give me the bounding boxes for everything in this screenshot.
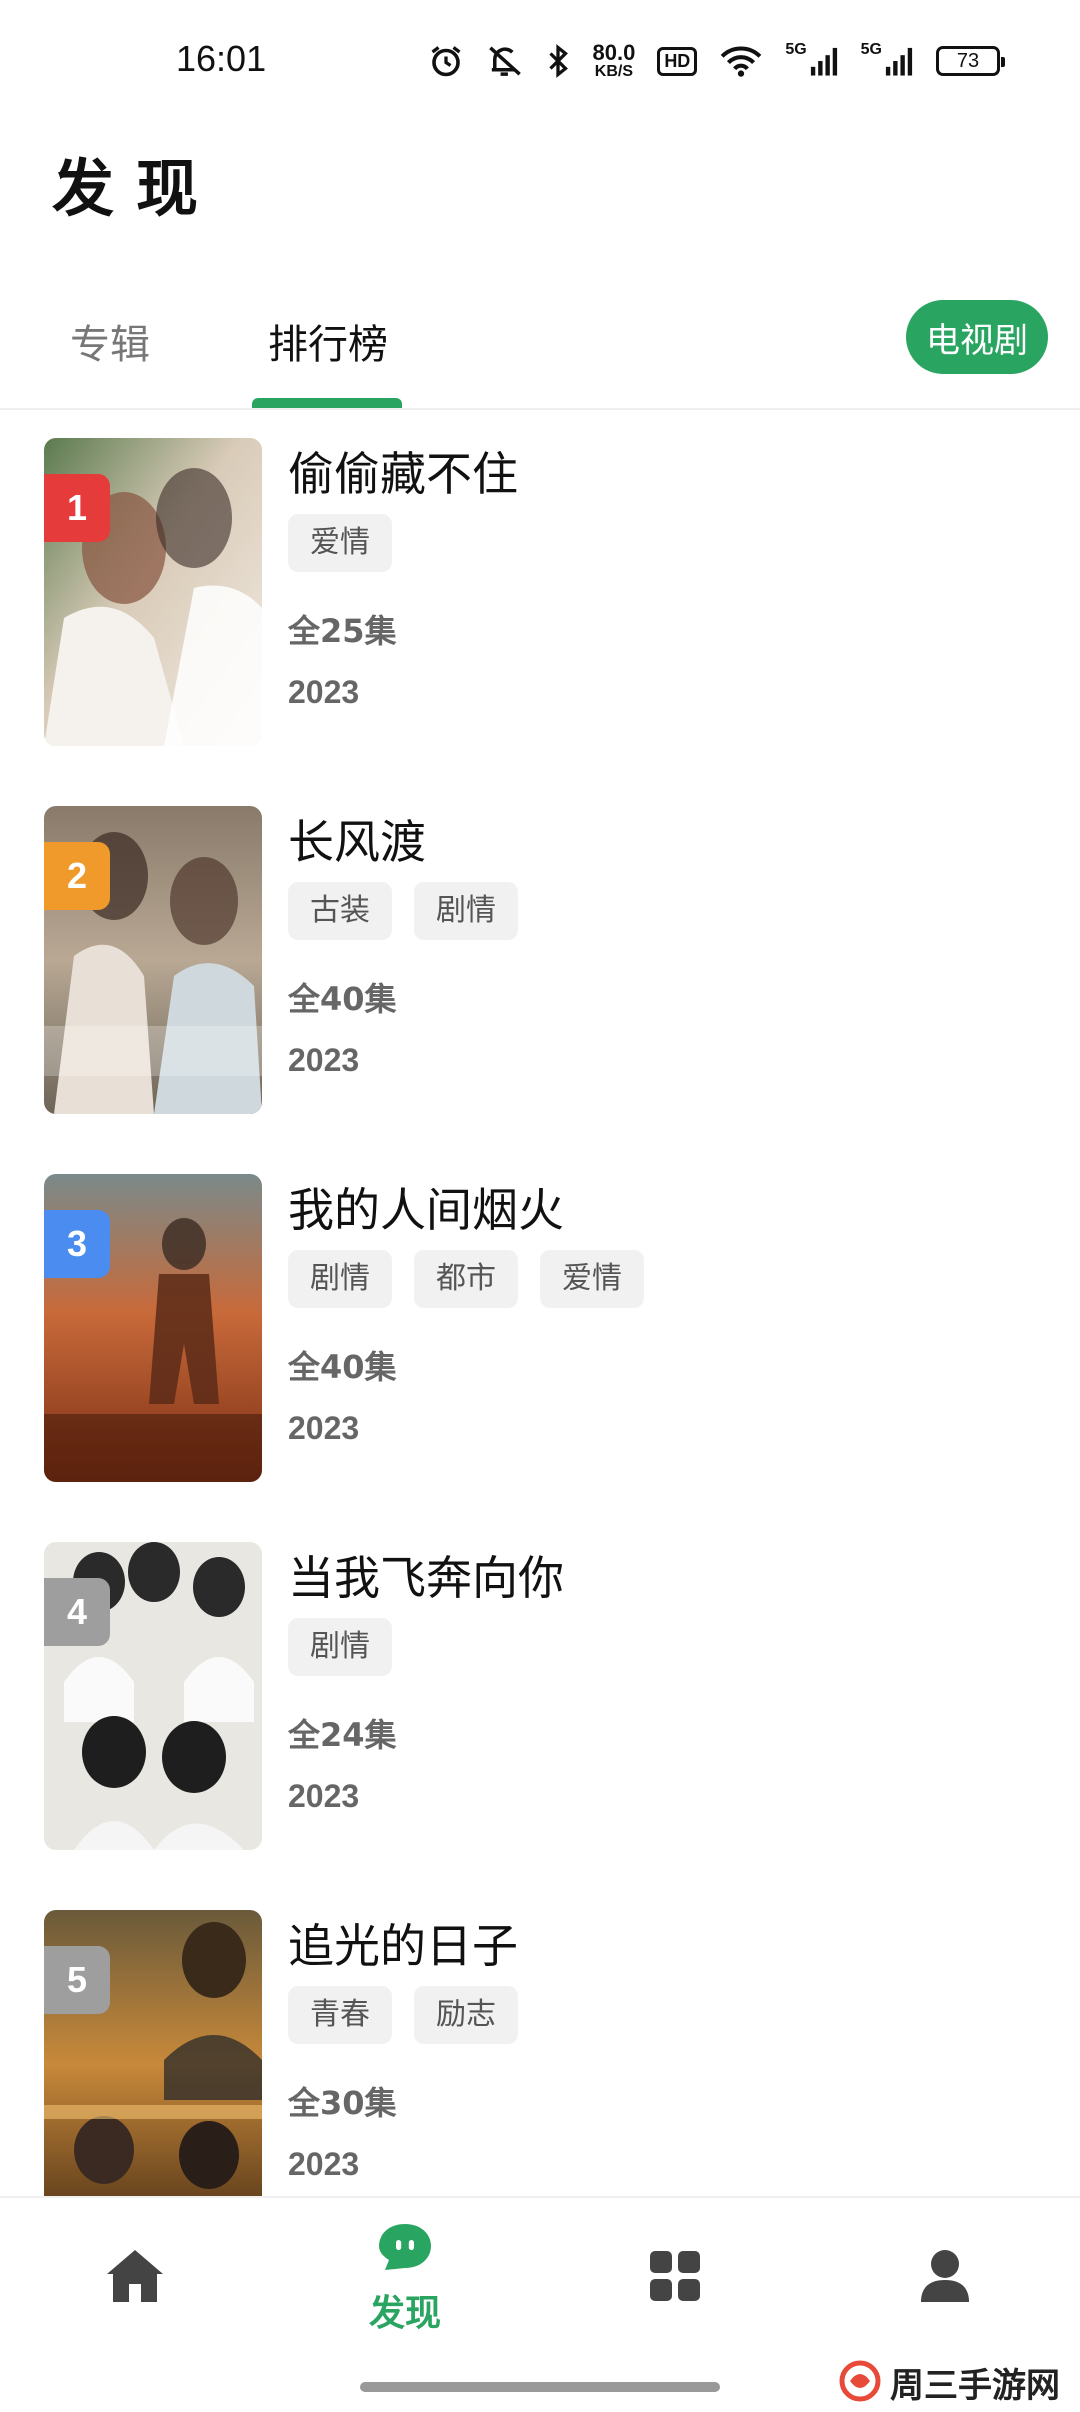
rank-badge: 5 bbox=[44, 1946, 110, 2014]
release-year: 2023 bbox=[288, 674, 360, 710]
genre-tag: 剧情 bbox=[288, 1250, 392, 1308]
poster-image: 2 bbox=[44, 806, 262, 1114]
poster-image: 4 bbox=[44, 1542, 262, 1850]
release-year: 2023 bbox=[288, 1778, 360, 1814]
poster-image: 5 bbox=[44, 1910, 262, 2196]
tab-bar: 专辑 排行榜 电视剧 bbox=[0, 290, 1080, 410]
tag-list: 古装 剧情 bbox=[288, 882, 518, 940]
poster-image: 3 bbox=[44, 1174, 262, 1482]
genre-tag: 剧情 bbox=[414, 882, 518, 940]
release-year: 2023 bbox=[288, 2146, 360, 2182]
release-year: 2023 bbox=[288, 1410, 360, 1446]
episode-count: 全25集 bbox=[288, 612, 397, 650]
nav-discover-label: 发现 bbox=[368, 2293, 441, 2334]
watermark-logo-icon bbox=[838, 2359, 882, 2407]
alarm-icon bbox=[428, 41, 464, 81]
page-title: 发现 bbox=[52, 152, 221, 225]
list-item[interactable]: 4 当我飞奔向你 剧情 全24集 2023 bbox=[0, 1542, 1080, 1852]
grid-icon bbox=[648, 2249, 702, 2307]
wifi-icon bbox=[719, 41, 763, 81]
network-speed: 80.0 KB/S bbox=[592, 40, 636, 80]
rank-badge: 4 bbox=[44, 1578, 110, 1646]
hd-icon: HD bbox=[657, 46, 698, 76]
watermark: 周三手游网 bbox=[838, 2358, 1060, 2407]
show-title[interactable]: 当我飞奔向你 bbox=[288, 1542, 564, 1608]
home-indicator[interactable] bbox=[360, 2382, 720, 2392]
list-item[interactable]: 5 追光的日子 青春 励志 全30集 2023 bbox=[0, 1910, 1080, 2196]
home-icon bbox=[103, 2246, 167, 2310]
genre-tag: 励志 bbox=[414, 1986, 518, 2044]
show-title[interactable]: 追光的日子 bbox=[288, 1910, 518, 1976]
status-icons: 80.0 KB/S HD 5G 5G 73 bbox=[428, 38, 1005, 84]
episode-count: 全40集 bbox=[288, 980, 397, 1018]
tag-list: 剧情 bbox=[288, 1618, 392, 1676]
show-title[interactable]: 我的人间烟火 bbox=[288, 1174, 564, 1240]
bluetooth-icon bbox=[546, 41, 570, 81]
genre-tag: 剧情 bbox=[288, 1618, 392, 1676]
show-title[interactable]: 偷偷藏不住 bbox=[288, 438, 518, 504]
tag-list: 爱情 bbox=[288, 514, 392, 572]
rank-badge: 3 bbox=[44, 1210, 110, 1278]
ranking-list[interactable]: 1 偷偷藏不住 爱情 全25集 2023 2 长风渡 古装 剧情 全40集 20… bbox=[0, 438, 1080, 2196]
genre-tag: 青春 bbox=[288, 1986, 392, 2044]
rank-badge: 2 bbox=[44, 842, 110, 910]
rank-badge: 1 bbox=[44, 474, 110, 542]
list-item[interactable]: 3 我的人间烟火 剧情 都市 爱情 全40集 2023 bbox=[0, 1174, 1080, 1484]
active-tab-indicator bbox=[252, 398, 402, 408]
user-icon bbox=[919, 2248, 971, 2308]
tag-list: 剧情 都市 爱情 bbox=[288, 1250, 644, 1308]
list-item[interactable]: 2 长风渡 古装 剧情 全40集 2023 bbox=[0, 806, 1080, 1116]
nav-profile[interactable] bbox=[810, 2198, 1080, 2358]
nav-home[interactable] bbox=[0, 2198, 270, 2358]
battery-icon: 73 bbox=[936, 46, 1005, 76]
mute-icon bbox=[486, 41, 524, 81]
release-year: 2023 bbox=[288, 1042, 360, 1078]
genre-tag: 爱情 bbox=[540, 1250, 644, 1308]
status-bar: 16:01 80.0 KB/S HD 5G 5G 73 bbox=[0, 0, 1080, 120]
signal-icon: 5G bbox=[861, 41, 914, 81]
list-item[interactable]: 1 偷偷藏不住 爱情 全25集 2023 bbox=[0, 438, 1080, 748]
tab-rankings[interactable]: 排行榜 bbox=[268, 312, 388, 370]
discover-icon bbox=[377, 2220, 433, 2276]
poster-image: 1 bbox=[44, 438, 262, 746]
signal-icon: 5G bbox=[785, 41, 838, 81]
tag-list: 青春 励志 bbox=[288, 1986, 518, 2044]
genre-tag: 古装 bbox=[288, 882, 392, 940]
episode-count: 全30集 bbox=[288, 2084, 397, 2122]
show-title[interactable]: 长风渡 bbox=[288, 806, 426, 872]
episode-count: 全40集 bbox=[288, 1348, 397, 1386]
nav-discover[interactable]: 发现 bbox=[270, 2198, 540, 2358]
tab-albums[interactable]: 专辑 bbox=[70, 312, 150, 370]
episode-count: 全24集 bbox=[288, 1716, 397, 1754]
category-button[interactable]: 电视剧 bbox=[906, 300, 1048, 374]
nav-categories[interactable] bbox=[540, 2198, 810, 2358]
genre-tag: 爱情 bbox=[288, 514, 392, 572]
genre-tag: 都市 bbox=[414, 1250, 518, 1308]
status-time: 16:01 bbox=[176, 38, 267, 79]
